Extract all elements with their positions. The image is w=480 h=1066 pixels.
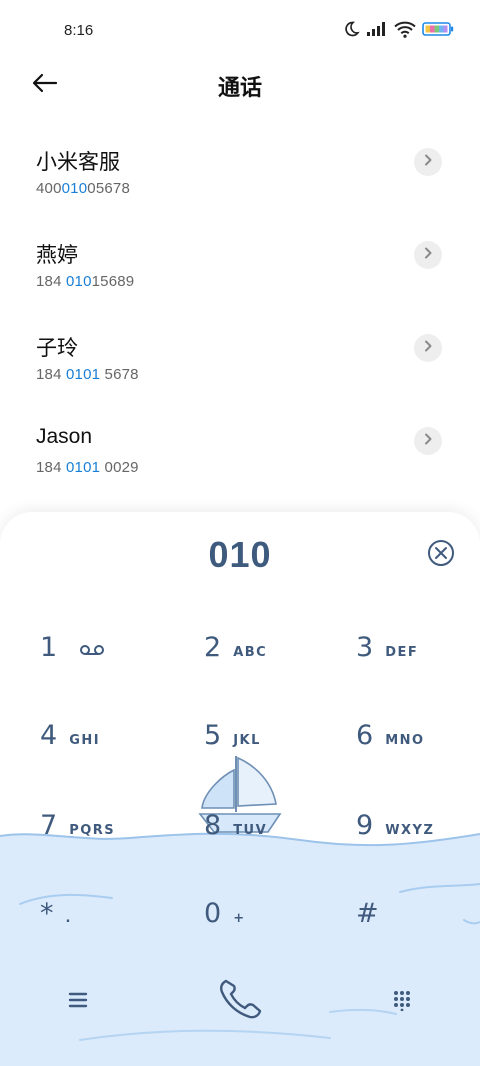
dial-key-8[interactable]: 8 TUV — [204, 810, 267, 850]
signal-icon — [366, 21, 388, 37]
dial-key-9[interactable]: 9 WXYZ — [356, 810, 434, 850]
matched-digits: 010 — [61, 180, 88, 197]
moon-icon — [342, 20, 360, 38]
clear-input-button[interactable] — [427, 539, 455, 567]
dial-key-hash[interactable]: # — [356, 898, 379, 938]
contact-row[interactable]: 子玲 184 0101 5678 — [0, 316, 480, 409]
matched-digits: 0101 — [66, 459, 101, 476]
dial-key-7[interactable]: 7 PQRS — [40, 810, 115, 850]
chevron-right-icon — [423, 246, 433, 264]
matched-digits: 0101 — [66, 366, 101, 383]
menu-icon — [68, 992, 88, 1013]
call-icon — [217, 978, 263, 1025]
contact-row[interactable]: 小米客服 40001005678 — [0, 130, 480, 223]
contact-detail-button[interactable] — [414, 241, 442, 269]
status-bar: 8:16 — [0, 0, 480, 60]
matched-digits: 010 — [66, 273, 92, 290]
contact-name: 子玲 — [36, 337, 78, 360]
contact-detail-button[interactable] — [414, 148, 442, 176]
wifi-icon — [394, 21, 416, 38]
dialed-number: 010 — [208, 534, 272, 575]
chevron-right-icon — [423, 153, 433, 171]
call-button[interactable] — [212, 976, 268, 1026]
dial-key-5[interactable]: 5 JKL — [204, 720, 261, 760]
dial-key-3[interactable]: 3 DEF — [356, 632, 418, 672]
contact-number: 40001005678 — [36, 180, 130, 197]
keypad-toggle-button[interactable] — [382, 982, 422, 1022]
keypad-icon — [392, 989, 412, 1016]
chevron-right-icon — [423, 432, 433, 450]
status-time: 8:16 — [64, 22, 94, 39]
contact-row[interactable]: Jason 184 0101 0029 — [0, 409, 480, 502]
contact-number: 184 0101 5678 — [36, 366, 139, 383]
page-title: 通话 — [217, 75, 262, 100]
dialer-panel: 010 1 2 ABC 3 DEF 4 GHI 5 JKL 6 MNO 7 PQ… — [0, 512, 480, 1066]
contact-number: 184 0101 0029 — [36, 459, 139, 476]
dial-key-6[interactable]: 6 MNO — [356, 720, 425, 760]
dial-key-4[interactable]: 4 GHI — [40, 720, 100, 760]
voicemail-icon — [79, 643, 105, 661]
contact-number: 184 01015689 — [36, 273, 135, 290]
menu-button[interactable] — [58, 984, 98, 1020]
title-bar: 通话 — [0, 60, 480, 110]
dial-key-1[interactable]: 1 — [40, 632, 105, 672]
dial-key-2[interactable]: 2 ABC — [204, 632, 267, 672]
contact-name: 燕婷 — [36, 244, 78, 267]
contact-list: 小米客服 40001005678 燕婷 184 01015689 子玲 184 … — [0, 130, 480, 502]
battery-icon — [422, 21, 454, 37]
contact-detail-button[interactable] — [414, 427, 442, 455]
chevron-right-icon — [423, 339, 433, 357]
contact-name: Jason — [36, 425, 93, 448]
contact-name: 小米客服 — [36, 151, 120, 174]
status-icons — [342, 20, 454, 38]
sea-wave-decoration — [0, 832, 480, 1066]
clear-circle-x-icon — [427, 540, 455, 571]
dial-key-star[interactable]: * . — [40, 898, 72, 938]
contact-row[interactable]: 燕婷 184 01015689 — [0, 223, 480, 316]
contact-detail-button[interactable] — [414, 334, 442, 362]
dial-key-0[interactable]: 0 + — [204, 898, 246, 938]
